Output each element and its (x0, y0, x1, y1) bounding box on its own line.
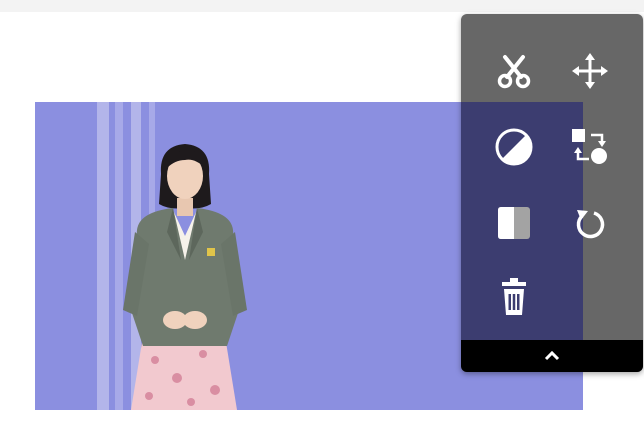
move-arrows-icon (572, 53, 608, 89)
rotate-icon (576, 210, 605, 239)
person-cutout[interactable] (115, 140, 251, 410)
scissors-icon (497, 55, 531, 89)
chevron-up-icon (544, 351, 560, 361)
replace-button[interactable] (565, 122, 615, 172)
rotate-button[interactable] (565, 198, 615, 248)
adjust-button[interactable] (489, 122, 539, 172)
trash-icon (502, 278, 526, 315)
collapse-toolbar-button[interactable] (461, 340, 643, 372)
flip-icon (498, 207, 530, 239)
flip-button[interactable] (489, 198, 539, 248)
background-stripe (97, 102, 109, 410)
contrast-icon (495, 128, 533, 166)
top-strip (0, 0, 644, 12)
swap-shapes-icon (572, 129, 607, 164)
cut-button[interactable] (489, 46, 539, 96)
delete-button[interactable] (489, 272, 539, 322)
image-toolbar (461, 14, 643, 372)
move-button[interactable] (565, 46, 615, 96)
